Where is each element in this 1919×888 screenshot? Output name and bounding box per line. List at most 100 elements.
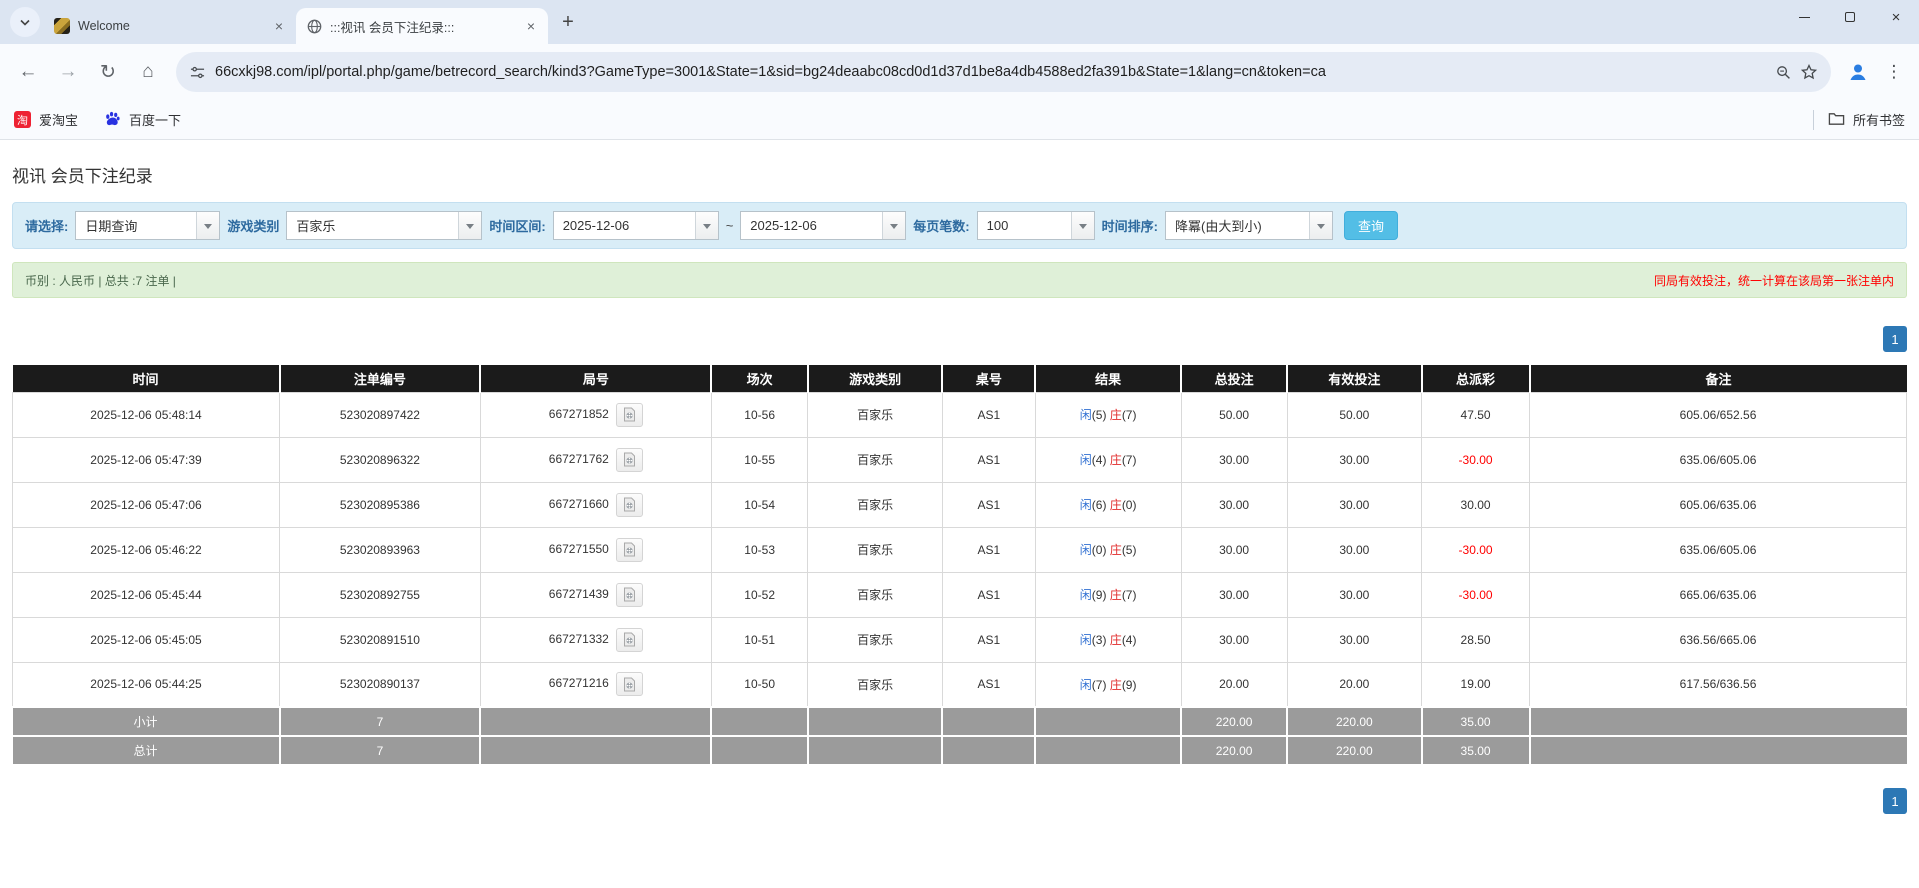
- banker-score: (7): [1121, 408, 1137, 422]
- filter-bar: 请选择: 日期查询 游戏类别 百家乐 时间区间: 2025-12-06 ~ 20…: [12, 202, 1907, 249]
- chevron-down-icon: [19, 15, 31, 30]
- all-bookmarks-button[interactable]: 所有书签: [1828, 110, 1905, 129]
- video-replay-button[interactable]: [615, 447, 643, 472]
- cell-session: 10-55: [710, 436, 809, 483]
- tab-betrecord[interactable]: :::视讯 会员下注纪录::: ×: [296, 8, 548, 44]
- subtotal-count: 7: [278, 706, 482, 737]
- page-1-button[interactable]: 1: [1883, 326, 1907, 352]
- date-to-value: 2025-12-06: [750, 218, 817, 233]
- cell-remark: 636.56/665.06: [1529, 616, 1907, 663]
- cell-total-bet[interactable]: 20.00: [1180, 661, 1288, 708]
- dropdown-arrow-icon[interactable]: [1070, 212, 1094, 239]
- page-1-button[interactable]: 1: [1883, 788, 1907, 814]
- video-replay-button[interactable]: [615, 672, 643, 697]
- url-text: 66cxkj98.com/ipl/portal.php/game/betreco…: [215, 64, 1326, 80]
- tab-welcome[interactable]: Welcome ×: [44, 8, 297, 44]
- close-button[interactable]: ×: [1873, 0, 1919, 34]
- dropdown-arrow-icon[interactable]: [196, 212, 220, 239]
- back-button[interactable]: ←: [10, 54, 46, 90]
- cell-total-bet[interactable]: 30.00: [1180, 571, 1288, 618]
- cell-time: 2025-12-06 05:48:14: [11, 391, 281, 438]
- dropdown-arrow-icon[interactable]: [694, 212, 718, 239]
- search-button[interactable]: 查询: [1343, 211, 1398, 240]
- player-score: (9): [1091, 588, 1107, 602]
- sort-order-select[interactable]: 降冪(由大到小): [1164, 211, 1333, 240]
- bookmark-taobao[interactable]: 淘 爱淘宝: [14, 110, 78, 129]
- tab-search-button[interactable]: [10, 7, 40, 37]
- footer-empty-cell: [479, 706, 713, 737]
- cell-total-bet[interactable]: 30.00: [1180, 526, 1288, 573]
- sort-order-value: 降冪(由大到小): [1174, 219, 1262, 234]
- select-label: 请选择:: [25, 219, 69, 234]
- query-type-select[interactable]: 日期查询: [75, 211, 221, 240]
- bookmark-baidu[interactable]: 百度一下: [104, 110, 181, 130]
- footer-empty-cell: [806, 735, 944, 766]
- cell-table-no: AS1: [941, 616, 1036, 663]
- cell-bet-no: 523020895386: [279, 481, 481, 528]
- video-replay-button[interactable]: [615, 582, 643, 607]
- cell-game-type: 百家乐: [807, 526, 943, 573]
- table-row: 2025-12-06 05:45:05 523020891510 6672713…: [11, 616, 1907, 663]
- bookmark-label: 爱淘宝: [39, 113, 79, 128]
- date-to-select[interactable]: 2025-12-06: [740, 211, 907, 240]
- cell-payout: 47.50: [1421, 391, 1531, 438]
- maximize-icon: [1845, 12, 1855, 22]
- grand-total-row: 总计 7 220.00 220.00 35.00: [12, 735, 1907, 766]
- video-replay-button[interactable]: [615, 537, 643, 562]
- game-type-select[interactable]: 百家乐: [286, 211, 483, 240]
- cell-round-no: 667271660: [479, 481, 712, 528]
- cell-payout: 30.00: [1421, 481, 1531, 528]
- cell-game-type: 百家乐: [807, 571, 943, 618]
- cell-table-no: AS1: [941, 526, 1036, 573]
- player-result: 闲: [1079, 408, 1092, 422]
- cell-result: 闲(0) 庄(5): [1034, 526, 1182, 573]
- site-settings-icon[interactable]: [190, 65, 205, 80]
- table-row: 2025-12-06 05:46:22 523020893963 6672715…: [11, 526, 1907, 573]
- cell-game-type: 百家乐: [807, 436, 943, 483]
- reload-button[interactable]: ↻: [90, 54, 126, 90]
- browser-toolbar: ← → ↻ ⌂ 66cxkj98.com/ipl/portal.php/game…: [0, 44, 1919, 100]
- footer-empty-cell: [941, 735, 1037, 766]
- tab-close-icon[interactable]: ×: [270, 17, 288, 35]
- dropdown-arrow-icon[interactable]: [458, 212, 482, 239]
- zoom-icon[interactable]: [1776, 65, 1791, 80]
- video-replay-button[interactable]: [615, 627, 643, 652]
- cell-total-bet[interactable]: 30.00: [1180, 481, 1288, 528]
- cell-table-no: AS1: [941, 481, 1036, 528]
- folder-icon: [1828, 111, 1845, 129]
- currency-summary: 币别 : 人民币 | 总共 :7 注单 |: [25, 273, 176, 288]
- maximize-button[interactable]: [1827, 0, 1873, 34]
- welcome-favicon-icon: [54, 18, 70, 34]
- cell-total-bet[interactable]: 30.00: [1180, 436, 1288, 483]
- header-session: 场次: [710, 365, 808, 392]
- cell-valid-bet: 20.00: [1286, 661, 1423, 708]
- video-replay-button[interactable]: [615, 492, 643, 517]
- banker-score: (9): [1121, 677, 1137, 692]
- tab-title: :::视讯 会员下注纪录:::: [330, 20, 455, 35]
- cell-table-no: AS1: [941, 571, 1036, 618]
- dropdown-arrow-icon[interactable]: [1308, 212, 1332, 239]
- query-type-value: 日期查询: [85, 219, 138, 234]
- date-from-select[interactable]: 2025-12-06: [552, 211, 719, 240]
- dropdown-arrow-icon[interactable]: [882, 212, 906, 239]
- new-tab-button[interactable]: +: [554, 8, 582, 36]
- profile-avatar[interactable]: [1841, 55, 1875, 89]
- window-controls: ×: [1781, 0, 1919, 34]
- video-replay-button[interactable]: [615, 402, 643, 427]
- round-no: 667271439: [548, 586, 609, 601]
- player-result: 闲: [1079, 543, 1092, 557]
- forward-button[interactable]: →: [50, 54, 86, 90]
- browser-menu-icon[interactable]: ⋮: [1879, 55, 1909, 89]
- per-page-select[interactable]: 100: [976, 211, 1095, 240]
- header-payout: 总派彩: [1420, 365, 1530, 392]
- bookmark-star-icon[interactable]: [1801, 64, 1817, 80]
- cell-total-bet[interactable]: 30.00: [1180, 616, 1288, 663]
- cell-game-type: 百家乐: [807, 481, 943, 528]
- url-bar[interactable]: 66cxkj98.com/ipl/portal.php/game/betreco…: [176, 52, 1831, 92]
- tab-close-icon[interactable]: ×: [522, 17, 540, 35]
- minimize-button[interactable]: [1781, 0, 1827, 34]
- cell-total-bet[interactable]: 50.00: [1180, 391, 1288, 438]
- home-button[interactable]: ⌂: [130, 54, 166, 90]
- round-no: 667271216: [548, 676, 609, 691]
- player-score: (3): [1091, 633, 1107, 647]
